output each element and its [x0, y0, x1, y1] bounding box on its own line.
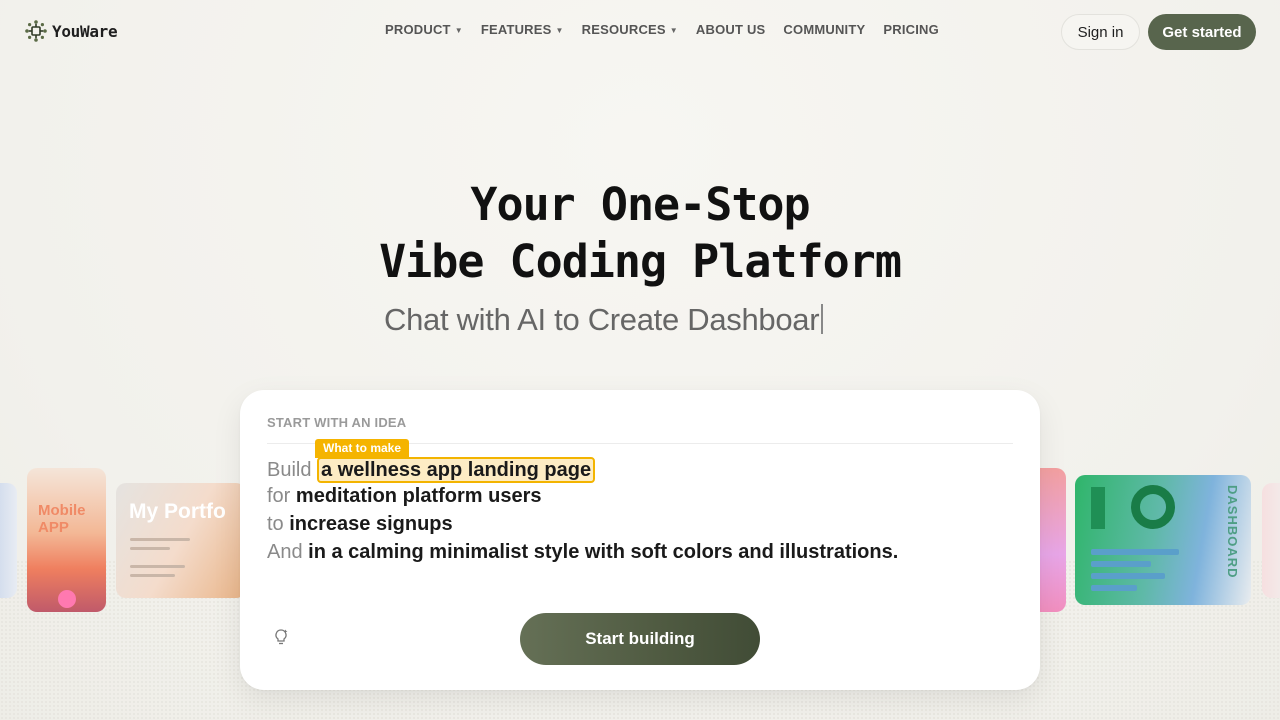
prompt-line-for: for meditation platform users — [267, 485, 542, 508]
nav-pricing-label: PRICING — [883, 22, 939, 37]
hero-subtitle-text: Chat with AI to Create Dashboar — [384, 302, 820, 337]
nav-features[interactable]: FEATURES ▼ — [481, 22, 564, 37]
nav-community[interactable]: COMMUNITY — [783, 22, 865, 37]
chevron-down-icon: ▼ — [669, 26, 678, 35]
idea-builder-panel: START WITH AN IDEA What to make Build a … — [240, 390, 1040, 690]
card-decoration — [58, 590, 76, 608]
card-text-line — [1091, 561, 1151, 567]
prompt-keyword: And — [267, 541, 303, 563]
main-menu: PRODUCT ▼ FEATURES ▼ RESOURCES ▼ ABOUT U… — [385, 22, 939, 37]
prompt-keyword: for — [267, 485, 291, 507]
prompt-line-build: Build a wellness app landing page — [267, 457, 596, 483]
card-text-line — [1091, 549, 1179, 555]
template-card[interactable] — [1262, 483, 1280, 598]
get-started-button[interactable]: Get started — [1148, 14, 1256, 50]
prompt-value-editable[interactable]: a wellness app landing page — [317, 457, 596, 483]
template-card-portfolio[interactable]: My Portfo — [116, 483, 246, 598]
card-title: Mobile APP — [38, 502, 86, 536]
card-text-line — [130, 547, 170, 550]
prompt-line-to: to increase signups — [267, 513, 453, 536]
nav-community-label: COMMUNITY — [783, 22, 866, 37]
lightbulb-icon[interactable] — [273, 628, 289, 646]
nav-resources-label: RESOURCES — [581, 22, 666, 37]
hero-title-line-2: Vibe Coding Platform — [379, 235, 902, 288]
prompt-value-editable[interactable]: meditation platform users — [296, 485, 542, 507]
hero-subtitle: Chat with AI to Create Dashboar — [384, 302, 824, 338]
prompt-keyword: to — [267, 513, 284, 535]
panel-label: START WITH AN IDEA — [267, 415, 407, 430]
template-card-mobile-app[interactable]: Mobile APP — [27, 468, 106, 612]
what-to-make-tag: What to make — [315, 439, 410, 458]
nav-about-us-label: ABOUT US — [695, 22, 766, 37]
card-chart-bar — [1091, 487, 1105, 529]
card-text-line — [130, 574, 175, 577]
hero-title: Your One-Stop Vibe Coding Platform — [0, 176, 1280, 290]
card-title: My Portfo — [129, 500, 226, 523]
nav-resources[interactable]: RESOURCES ▼ — [582, 22, 678, 37]
card-chart-donut — [1131, 485, 1175, 529]
nav-pricing[interactable]: PRICING — [883, 22, 939, 37]
start-building-button[interactable]: Start building — [520, 613, 760, 665]
brand-name: YouWare — [52, 21, 118, 41]
card-text-line — [130, 565, 185, 568]
card-text-line — [1091, 585, 1137, 591]
prompt-keyword: Build — [267, 459, 312, 481]
prompt-line-and: And in a calming minimalist style with s… — [267, 541, 898, 564]
sign-in-button[interactable]: Sign in — [1061, 14, 1140, 50]
prompt-value-editable[interactable]: increase signups — [289, 513, 452, 535]
brand-logo[interactable]: YouWare — [24, 19, 118, 43]
nav-product-label: PRODUCT — [385, 22, 451, 37]
template-card[interactable] — [0, 483, 17, 598]
hero-title-line-1: Your One-Stop — [470, 178, 810, 231]
prompt-value-editable[interactable]: in a calming minimalist style with soft … — [308, 541, 898, 563]
text-cursor — [821, 304, 824, 334]
chevron-down-icon: ▼ — [454, 26, 463, 35]
nav-product[interactable]: PRODUCT ▼ — [385, 22, 463, 37]
card-text-line — [1091, 573, 1165, 579]
nav-about-us[interactable]: ABOUT US — [696, 22, 766, 37]
nav-features-label: FEATURES — [480, 22, 552, 37]
template-card-dashboard[interactable]: DASHBOARD — [1075, 475, 1251, 605]
card-title: DASHBOARD — [1225, 485, 1240, 579]
youware-logo-icon — [25, 20, 47, 42]
top-navigation: YouWare PRODUCT ▼ FEATURES ▼ RESOURCES ▼… — [0, 0, 1280, 62]
card-text-line — [130, 538, 190, 541]
chevron-down-icon: ▼ — [555, 26, 564, 35]
